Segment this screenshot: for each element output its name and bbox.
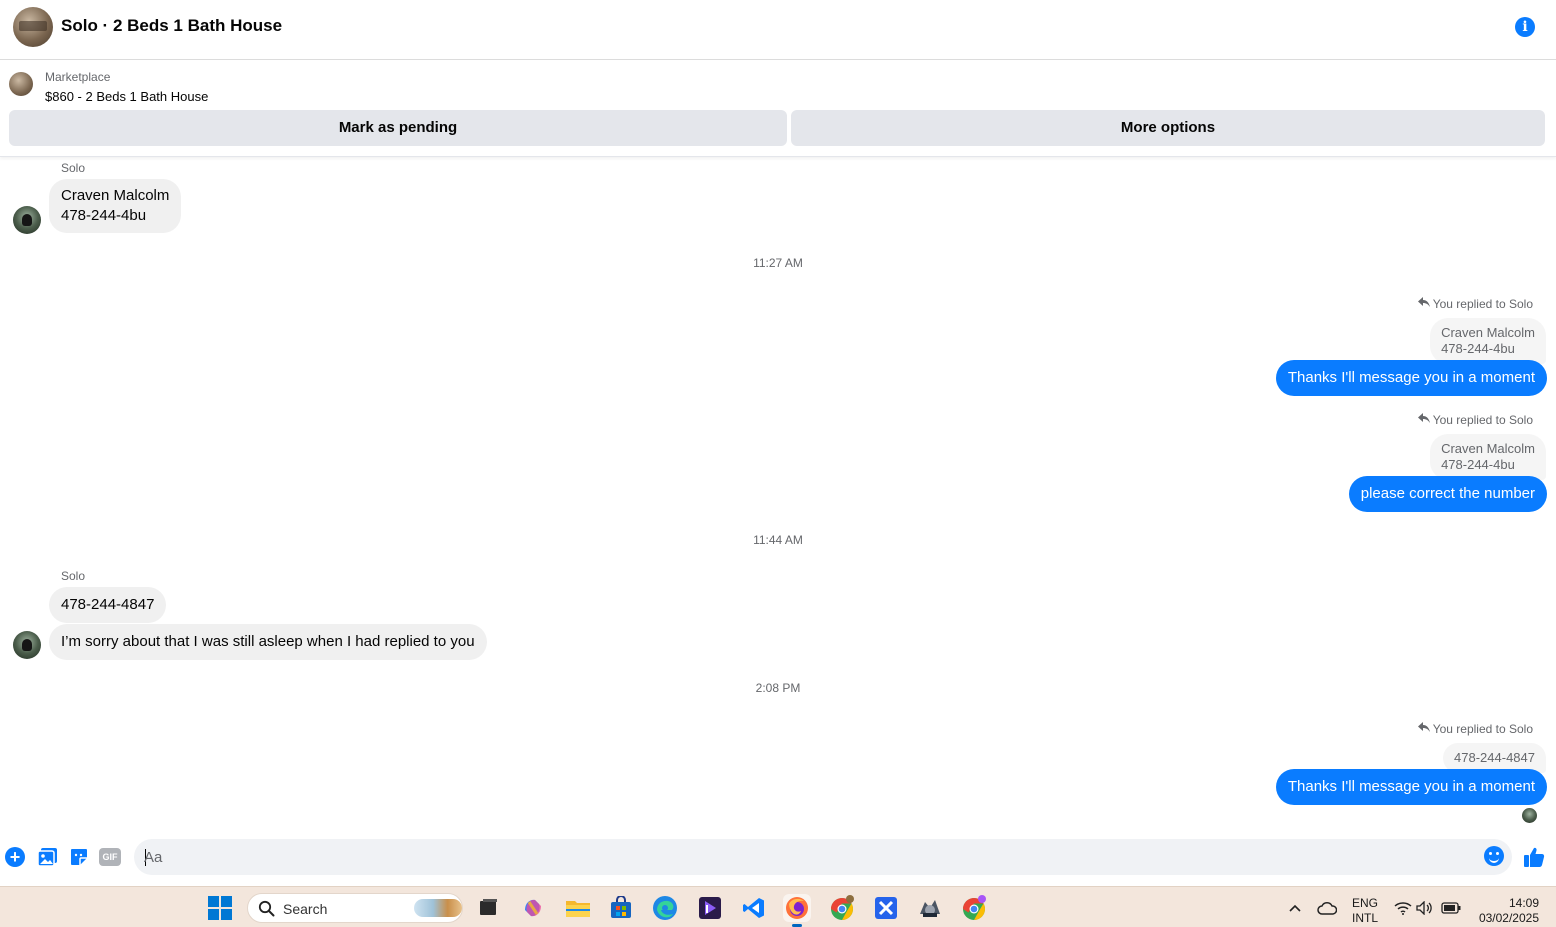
quoted-message[interactable]: Craven Malcolm 478-244-4bu — [1430, 434, 1546, 480]
photo-icon[interactable] — [36, 846, 58, 868]
vscode-icon[interactable] — [740, 894, 768, 922]
edge-icon[interactable] — [651, 894, 679, 922]
clock-time: 14:09 — [1508, 896, 1539, 910]
conversation-avatar[interactable] — [13, 7, 53, 47]
incoming-message[interactable]: I’m sorry about that I was still asleep … — [49, 624, 487, 660]
info-icon[interactable]: i — [1515, 17, 1535, 37]
onedrive-icon[interactable] — [1313, 894, 1341, 922]
system-clock[interactable]: 14:09 03/02/2025 — [1473, 896, 1539, 927]
quoted-line: 478-244-4bu — [1441, 341, 1515, 356]
sender-name: Solo — [61, 569, 86, 583]
replied-to-text: You replied to Solo — [1432, 413, 1533, 427]
incoming-message[interactable]: Craven Malcolm 478-244-4bu — [49, 179, 182, 233]
timestamp: 11:27 AM — [753, 256, 803, 270]
conversation-title[interactable]: Solo · 2 Beds 1 Bath House — [61, 16, 282, 36]
file-explorer-icon[interactable] — [564, 894, 592, 922]
outgoing-message[interactable]: Thanks I'll message you in a moment — [1275, 360, 1547, 396]
listing-title[interactable]: $860 - 2 Beds 1 Bath House — [45, 89, 208, 104]
chrome-icon[interactable] — [828, 894, 856, 922]
quoted-message[interactable]: Craven Malcolm 478-244-4bu — [1430, 318, 1546, 364]
remote-desktop-icon[interactable] — [872, 894, 900, 922]
marketplace-listing-bar: Marketplace $860 - 2 Beds 1 Bath House M… — [0, 60, 1556, 157]
game-app-icon[interactable] — [916, 894, 944, 922]
emoji-icon[interactable] — [1484, 846, 1504, 866]
replied-to-label: You replied to Solo — [1417, 296, 1533, 311]
task-view-icon[interactable] — [474, 894, 502, 922]
timestamp: 2:08 PM — [755, 681, 801, 695]
reply-arrow-icon — [1417, 296, 1430, 311]
marketplace-label: Marketplace — [45, 70, 111, 84]
search-label: Search — [283, 901, 328, 917]
contact-avatar[interactable] — [13, 206, 41, 234]
quoted-line: Craven Malcolm — [1441, 441, 1535, 456]
replied-to-label: You replied to Solo — [1417, 721, 1533, 736]
search-highlight-image — [414, 899, 462, 917]
taskbar-search[interactable]: Search — [247, 893, 463, 923]
microsoft-store-icon[interactable] — [607, 894, 635, 922]
reply-arrow-icon — [1417, 412, 1430, 427]
chevron-up-icon[interactable] — [1281, 894, 1309, 922]
replied-to-text: You replied to Solo — [1432, 722, 1533, 736]
message-input-container — [134, 839, 1512, 875]
incoming-message[interactable]: 478-244-4847 — [49, 587, 167, 623]
sticker-icon[interactable] — [68, 846, 90, 868]
listing-thumbnail[interactable] — [9, 72, 33, 96]
replied-to-label: You replied to Solo — [1417, 412, 1533, 427]
chrome-profile-icon[interactable] — [960, 894, 988, 922]
seen-indicator-avatar — [1522, 808, 1537, 823]
language-indicator[interactable]: ENG INTL — [1352, 896, 1378, 927]
timestamp: 11:44 AM — [753, 533, 803, 547]
like-icon[interactable] — [1523, 846, 1545, 868]
volume-icon[interactable] — [1411, 894, 1439, 922]
gif-icon[interactable]: GIF — [99, 846, 121, 868]
clock-date: 03/02/2025 — [1478, 911, 1539, 925]
windows-start-icon[interactable] — [208, 896, 232, 920]
outgoing-message[interactable]: Thanks I'll message you in a moment — [1275, 769, 1547, 805]
message-input[interactable] — [144, 839, 1464, 875]
plus-icon[interactable]: + — [4, 846, 26, 868]
language-code: ENG — [1352, 896, 1379, 910]
sender-name: Solo — [61, 161, 86, 175]
reply-arrow-icon — [1417, 721, 1430, 736]
replied-to-text: You replied to Solo — [1432, 297, 1533, 311]
conversation-header: Solo · 2 Beds 1 Bath House i — [0, 0, 1556, 60]
contact-avatar[interactable] — [13, 631, 41, 659]
quoted-line: Craven Malcolm — [1441, 325, 1535, 340]
message-line: Craven Malcolm — [61, 187, 170, 204]
powerapps-icon[interactable] — [696, 894, 724, 922]
message-line: 478-244-4bu — [61, 207, 147, 224]
mark-as-pending-button[interactable]: Mark as pending — [9, 110, 787, 146]
keyboard-layout: INTL — [1352, 911, 1379, 925]
more-options-button[interactable]: More options — [791, 110, 1545, 146]
windows-taskbar: Search ENG INTL 14:09 03/02/2025 — [0, 886, 1556, 927]
search-icon — [258, 900, 275, 922]
copilot-icon[interactable] — [519, 894, 547, 922]
firefox-icon[interactable] — [783, 894, 811, 927]
outgoing-message[interactable]: please correct the number — [1348, 476, 1547, 512]
message-composer: + GIF — [0, 835, 1556, 879]
battery-icon[interactable] — [1437, 894, 1465, 922]
quoted-line: 478-244-4bu — [1441, 457, 1515, 472]
